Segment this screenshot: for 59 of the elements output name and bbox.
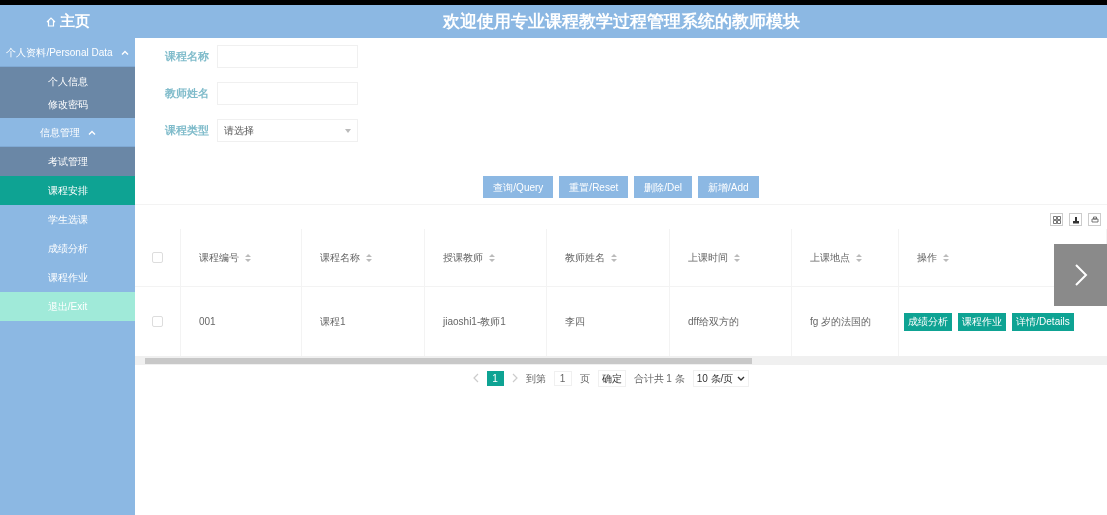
action-button[interactable]: 删除/Del (634, 176, 693, 198)
column-header[interactable]: 授课教师 (443, 250, 483, 265)
menu-item[interactable]: 课程安排 (0, 176, 135, 205)
column-header[interactable]: 上课时间 (688, 250, 728, 265)
table-cell-text: dff给双方的 (688, 315, 739, 329)
sort-icon (611, 253, 617, 262)
table-cell-text: 课程1 (320, 315, 346, 329)
caret-icon (87, 129, 96, 135)
sort-icon (245, 253, 251, 262)
confirm-button[interactable]: 确定 (597, 369, 626, 387)
table-cell-text: jiaoshi1-教师1 (443, 315, 506, 329)
sort-icon (943, 253, 949, 262)
total-count: 合计共 1 条 (633, 371, 685, 386)
column-header[interactable]: 教师姓名 (565, 250, 605, 265)
chevron-left-icon[interactable] (472, 373, 479, 383)
scrollbar[interactable] (135, 357, 1107, 365)
page-title: 欢迎使用专业课程教学过程管理系统的教师模块 (441, 10, 801, 33)
page-input[interactable]: 1 (553, 370, 572, 386)
chevron-right-icon (1073, 263, 1088, 287)
checkbox[interactable] (152, 252, 163, 263)
export-icon[interactable] (1069, 213, 1082, 226)
row-action-button[interactable]: 详情/Details (1012, 312, 1074, 331)
page-button[interactable]: 1 (486, 370, 504, 386)
caret-icon (120, 49, 129, 55)
home-icon (45, 16, 56, 27)
action-button[interactable]: 查询/Query (483, 176, 554, 198)
menu-item[interactable]: 考试管理 (0, 147, 135, 176)
sort-icon (489, 253, 495, 262)
next-arrow-button[interactable] (1054, 244, 1107, 306)
row-action-button[interactable]: 课程作业 (958, 312, 1007, 331)
home-link[interactable]: 主页 (59, 10, 90, 33)
field-label: 课程名称 (165, 49, 209, 65)
table-cell-text: fg 岁的法国的 (810, 315, 872, 329)
column-header[interactable]: 操作 (917, 250, 937, 265)
sort-icon (366, 253, 372, 262)
column-header[interactable]: 课程名称 (320, 250, 360, 265)
sort-icon (734, 253, 740, 262)
field-label: 教师姓名 (165, 86, 209, 102)
checkbox[interactable] (152, 316, 163, 327)
goto-label: 到第 (525, 371, 546, 386)
caret-icon (737, 375, 746, 381)
columns-icon[interactable] (1050, 213, 1063, 226)
page-size-select[interactable]: 10 条/页 (692, 369, 750, 387)
chevron-right-icon[interactable] (511, 373, 518, 383)
action-button[interactable]: 重置/Reset (559, 176, 629, 198)
sort-icon (856, 253, 862, 262)
row-action-button[interactable]: 成绩分析 (904, 312, 953, 331)
menu-item[interactable]: 个人信息 (0, 74, 135, 88)
dropdown-icon (345, 128, 351, 133)
table-cell-text: 001 (199, 315, 216, 329)
column-header[interactable]: 课程编号 (199, 250, 239, 265)
action-button[interactable]: 新增/Add (698, 176, 759, 198)
column-header[interactable]: 上课地点 (810, 250, 850, 265)
page-unit: 页 (579, 371, 590, 386)
print-icon[interactable] (1088, 213, 1101, 226)
select-field[interactable]: 请选择 (217, 119, 358, 142)
table-cell-text: 李四 (565, 315, 585, 329)
field-label: 课程类型 (165, 123, 209, 139)
menu-item[interactable]: 修改密码 (0, 97, 135, 111)
